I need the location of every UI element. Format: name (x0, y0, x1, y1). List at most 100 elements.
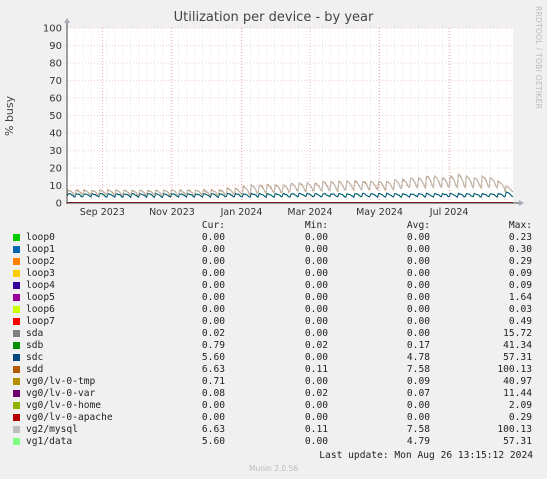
legend-row: loop3 0.00 0.00 0.00 0.09 (0, 268, 547, 280)
last-update: Last update: Mon Aug 26 13:15:12 2024 (319, 450, 533, 461)
legend-cur-value: 6.63 (201, 424, 225, 435)
x-tick-label: Jan 2024 (220, 207, 263, 218)
legend-row: loop0 0.00 0.00 0.00 0.23 (0, 232, 547, 244)
legend-min-value: 0.00 (304, 436, 328, 447)
legend-min-value: 0.02 (304, 340, 328, 351)
y-tick-label: 50 (49, 111, 62, 122)
legend-swatch (13, 354, 20, 361)
legend-series-name: loop1 (26, 244, 55, 255)
y-tick-label: 30 (49, 146, 62, 157)
legend-cur-value: 0.00 (201, 256, 225, 267)
legend-row: vg0/lv-0-var 0.08 0.02 0.07 11.44 (0, 388, 547, 400)
legend-avg-value: 0.00 (406, 280, 430, 291)
legend-min-value: 0.00 (304, 244, 328, 255)
legend-series-name: loop2 (26, 256, 55, 267)
legend-min-value: 0.00 (304, 376, 328, 387)
legend-cur-value: 5.60 (201, 436, 225, 447)
legend-max-value: 0.29 (508, 412, 532, 423)
legend-swatch (13, 414, 20, 421)
legend-series-name: loop6 (26, 304, 55, 315)
legend-min-value: 0.00 (304, 268, 328, 279)
legend-max-value: 41.34 (503, 340, 532, 351)
legend-swatch (13, 426, 20, 433)
legend-series-name: sda (26, 328, 44, 339)
legend-min-value: 0.11 (304, 424, 328, 435)
legend-max-value: 11.44 (503, 388, 532, 399)
legend-avg-value: 7.58 (406, 424, 430, 435)
legend-row: vg1/data 5.60 0.00 4.79 57.31 (0, 436, 547, 448)
legend-cur-value: 0.02 (201, 328, 225, 339)
legend-series-name: sdc (26, 352, 44, 363)
legend-cur-value: 0.00 (201, 268, 225, 279)
legend-avg-value: 0.00 (406, 268, 430, 279)
legend-cur-value: 5.60 (201, 352, 225, 363)
legend-swatch (13, 342, 20, 349)
legend-min-value: 0.00 (304, 412, 328, 423)
legend-cur-value: 0.00 (201, 412, 225, 423)
legend-header: Cur: Min: Avg: Max: (0, 220, 547, 232)
legend-min-value: 0.00 (304, 280, 328, 291)
legend-cur-value: 0.71 (201, 376, 225, 387)
legend-avg-value: 0.09 (406, 376, 430, 387)
legend-swatch (13, 366, 20, 373)
munin-version: Munin 2.0.56 (248, 464, 299, 473)
legend-series-name: loop0 (26, 232, 55, 243)
legend-series-name: vg0/lv-0-var (26, 388, 96, 399)
legend-row: vg0/lv-0-tmp 0.71 0.00 0.09 40.97 (0, 376, 547, 388)
legend-row: vg0/lv-0-home 0.00 0.00 0.00 2.09 (0, 400, 547, 412)
legend-swatch (13, 402, 20, 409)
legend-min-value: 0.00 (304, 304, 328, 315)
legend-avg-value: 0.17 (406, 340, 430, 351)
legend-max-value: 0.09 (508, 280, 532, 291)
legend-row: loop2 0.00 0.00 0.00 0.29 (0, 256, 547, 268)
x-axis-arrow (519, 200, 524, 206)
legend-avg-value: 0.00 (406, 412, 430, 423)
legend-cur-value: 0.00 (201, 232, 225, 243)
y-tick-label: 40 (49, 129, 62, 140)
legend-avg-value: 7.58 (406, 364, 430, 375)
y-tick-label: 60 (49, 94, 62, 105)
legend-row: loop6 0.00 0.00 0.00 0.03 (0, 304, 547, 316)
legend-avg-value: 0.00 (406, 328, 430, 339)
legend-row: sdd 6.63 0.11 7.58 100.13 (0, 364, 547, 376)
legend-avg-value: 0.00 (406, 400, 430, 411)
legend-row: vg0/lv-0-apache 0.00 0.00 0.00 0.29 (0, 412, 547, 424)
legend-swatch (13, 282, 20, 289)
legend-swatch (13, 234, 20, 241)
legend-series-name: sdd (26, 364, 44, 375)
legend-max-value: 0.23 (508, 232, 532, 243)
legend-row: loop1 0.00 0.00 0.00 0.30 (0, 244, 547, 256)
legend-row: vg2/mysql 6.63 0.11 7.58 100.13 (0, 424, 547, 436)
legend-max-value: 0.30 (508, 244, 532, 255)
legend-header-max: Max: (508, 220, 532, 231)
legend-avg-value: 4.78 (406, 352, 430, 363)
legend-max-value: 1.64 (508, 292, 532, 303)
legend-avg-value: 0.00 (406, 256, 430, 267)
legend-series-name: loop3 (26, 268, 55, 279)
y-tick-label: 90 (49, 41, 62, 52)
legend-avg-value: 4.79 (406, 436, 430, 447)
legend-min-value: 0.11 (304, 364, 328, 375)
legend-max-value: 0.29 (508, 256, 532, 267)
legend-max-value: 100.13 (497, 424, 532, 435)
legend-cur-value: 0.00 (201, 304, 225, 315)
legend-row: sdb 0.79 0.02 0.17 41.34 (0, 340, 547, 352)
legend-avg-value: 0.00 (406, 304, 430, 315)
legend-row: loop5 0.00 0.00 0.00 1.64 (0, 292, 547, 304)
legend-series-name: loop5 (26, 292, 55, 303)
legend-cur-value: 6.63 (201, 364, 225, 375)
legend-header-min: Min: (304, 220, 328, 231)
legend-min-value: 0.00 (304, 400, 328, 411)
legend-min-value: 0.00 (304, 232, 328, 243)
y-tick-label: 0 (56, 199, 62, 210)
x-tick-label: Mar 2024 (287, 207, 332, 218)
legend: Cur: Min: Avg: Max: loop0 0.00 0.00 0.00 0.2… (0, 220, 547, 448)
legend-swatch (13, 330, 20, 337)
legend-swatch (13, 318, 20, 325)
legend-row: loop4 0.00 0.00 0.00 0.09 (0, 280, 547, 292)
legend-series-name: vg0/lv-0-tmp (26, 376, 96, 387)
legend-min-value: 0.00 (304, 328, 328, 339)
legend-max-value: 100.13 (497, 364, 532, 375)
legend-swatch (13, 306, 20, 313)
chart-plot: 0 10 20 30 40 50 60 70 80 90 100 Sep 2023 Nov 2023 Ja… (43, 18, 524, 218)
